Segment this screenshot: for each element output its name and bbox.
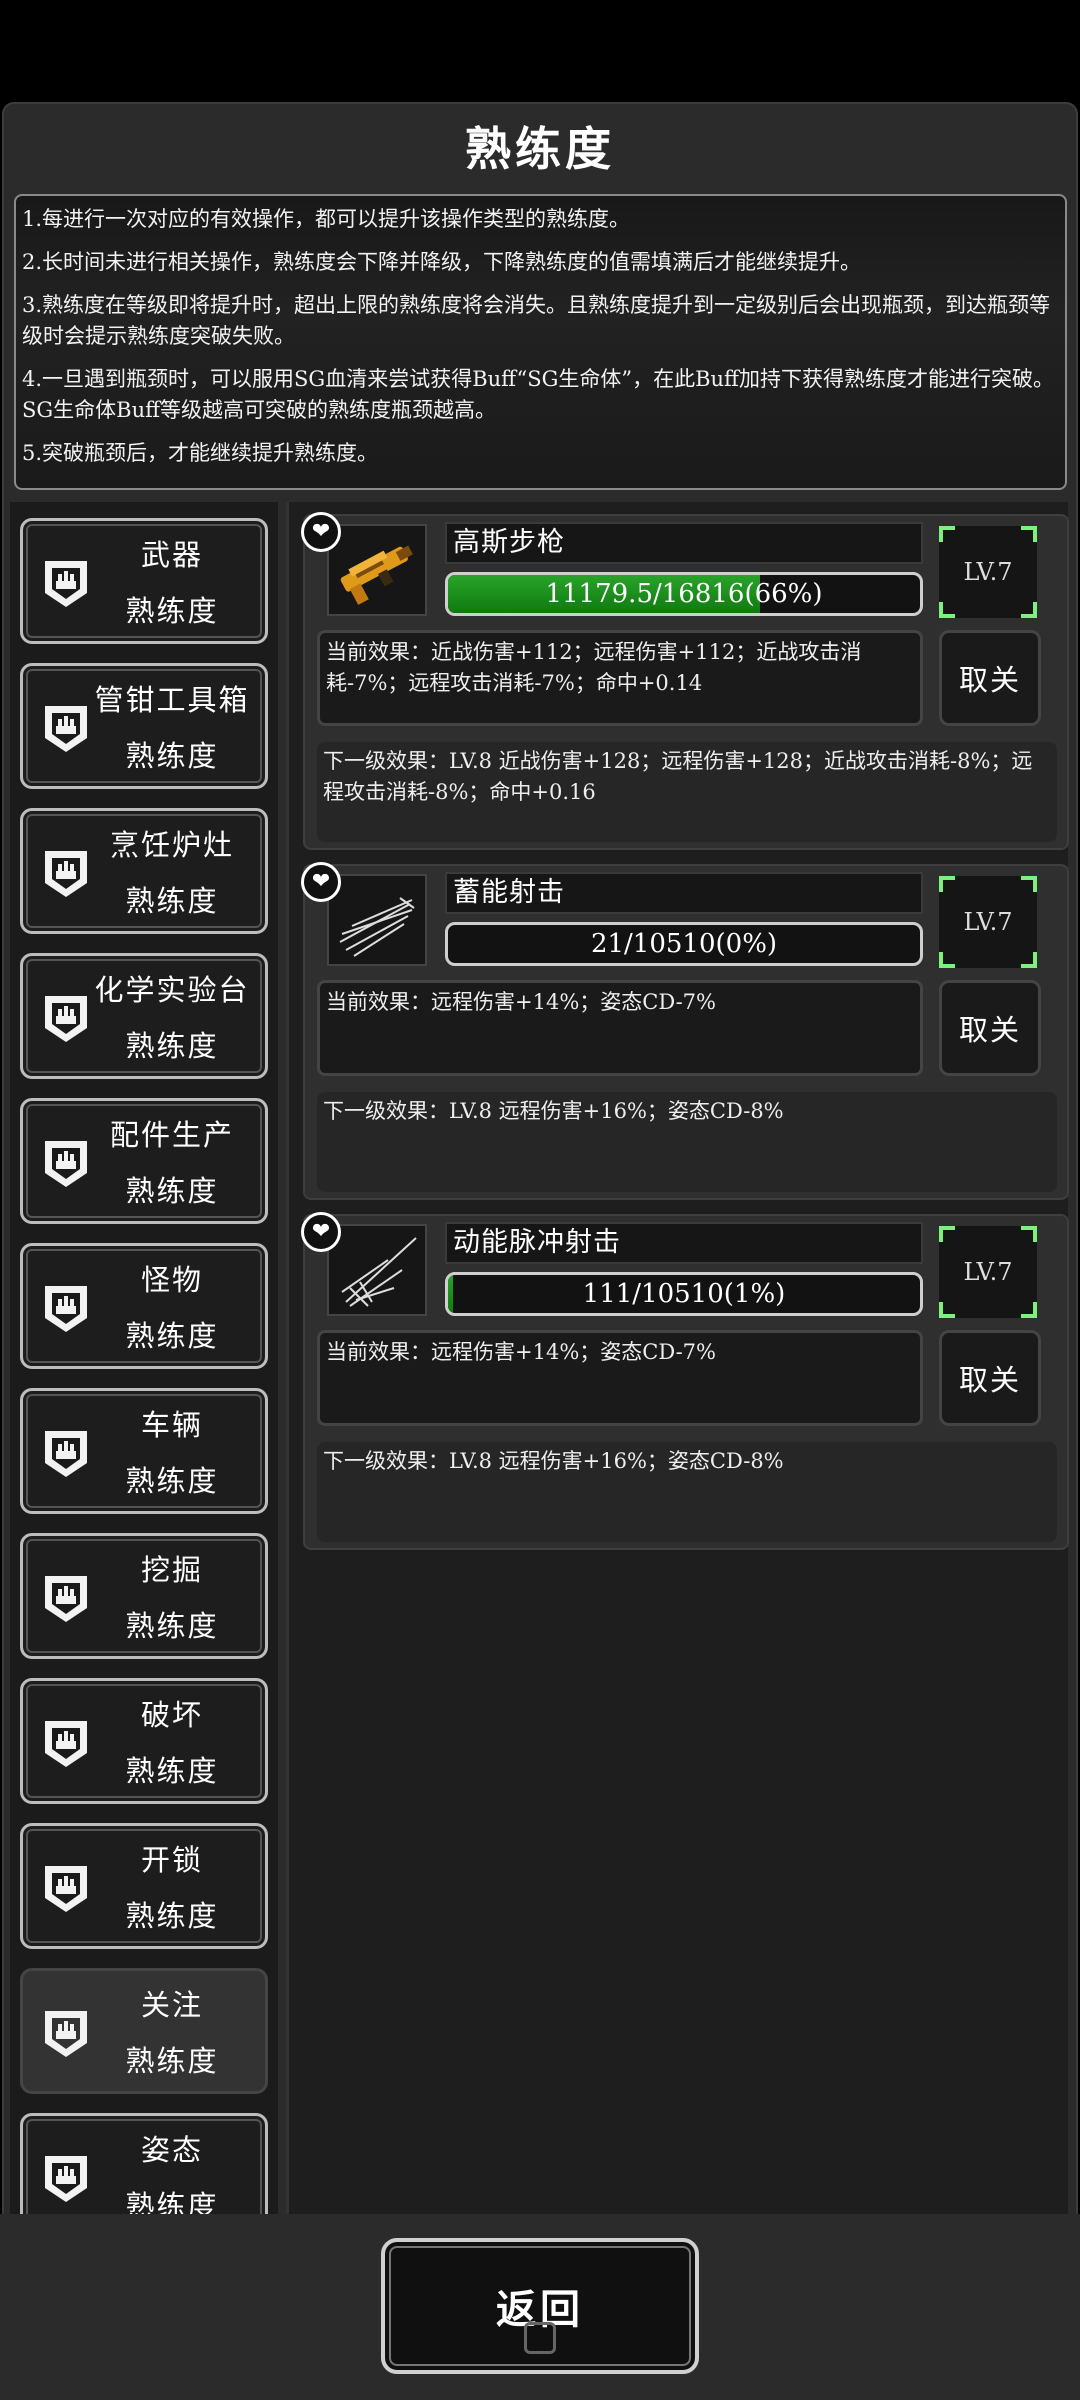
skill-name: 高斯步枪 — [445, 522, 923, 564]
sidebar-item-label: 烹饪炉灶 — [109, 828, 234, 862]
skill-card: ❤ 动能脉冲射击 111/10510(1%) LV.7 当前效果：远程伤害+14… — [301, 1212, 1069, 1550]
sidebar-item-monster[interactable]: 怪物 熟练度 — [20, 1243, 268, 1369]
current-effect: 当前效果：远程伤害+14%；姿态CD-7% — [317, 1330, 923, 1426]
sidebar-item-vehicle[interactable]: 车辆 熟练度 — [20, 1388, 268, 1514]
level-badge: LV.7 — [939, 526, 1037, 618]
progress-text: 11179.5/16816(66%) — [545, 579, 823, 609]
sidebar-item-lockpick[interactable]: 开锁 熟练度 — [20, 1823, 268, 1949]
square-icon — [524, 2322, 556, 2354]
charged-shot-icon — [327, 874, 427, 966]
progress-bar: 111/10510(1%) — [445, 1272, 923, 1316]
progress-bar: 21/10510(0%) — [445, 922, 923, 966]
sidebar-item-suffix: 熟练度 — [125, 884, 219, 918]
sidebar-item-suffix: 熟练度 — [125, 1319, 219, 1353]
sidebar-item-followed[interactable]: 关注 熟练度 — [20, 1968, 268, 2094]
level-text: LV.7 — [963, 558, 1013, 586]
sidebar-item-suffix: 熟练度 — [125, 739, 219, 773]
rule-text: 2.长时间未进行相关操作，熟练度会下降并降级，下降熟练度的值需填满后才能继续提升… — [22, 250, 862, 274]
sidebar-item-suffix: 熟练度 — [125, 594, 219, 628]
sidebar-item-label: 武器 — [140, 538, 203, 572]
sidebar-item-parts[interactable]: 配件生产 熟练度 — [20, 1098, 268, 1224]
sidebar-item-label: 管钳工具箱 — [94, 683, 250, 717]
progress-bar: 11179.5/16816(66%) — [445, 572, 923, 616]
sidebar-item-label: 姿态 — [140, 2133, 203, 2167]
sidebar-item-label: 化学实验台 — [94, 973, 250, 1007]
sidebar-item-chemistry[interactable]: 化学实验台 熟练度 — [20, 953, 268, 1079]
current-effect: 当前效果：近战伤害+112；远程伤害+112；近战攻击消耗-7%；远程攻击消耗-… — [317, 630, 923, 726]
sidebar-item-suffix: 熟练度 — [125, 1464, 219, 1498]
rules-panel: 1.每进行一次对应的有效操作，都可以提升该操作类型的熟练度。 2.长时间未进行相… — [14, 194, 1067, 490]
sidebar-item-label: 破坏 — [140, 1698, 203, 1732]
sidebar-item-destroy[interactable]: 破坏 熟练度 — [20, 1678, 268, 1804]
heart-icon[interactable]: ❤ — [301, 862, 341, 902]
sidebar-item-label: 怪物 — [140, 1263, 203, 1297]
current-effect: 当前效果：远程伤害+14%；姿态CD-7% — [317, 980, 923, 1076]
level-text: LV.7 — [963, 1258, 1013, 1286]
skill-name: 动能脉冲射击 — [445, 1222, 923, 1264]
level-badge: LV.7 — [939, 876, 1037, 968]
next-effect: 下一级效果：LV.8 远程伤害+16%；姿态CD-8% — [317, 1442, 1057, 1542]
progress-text: 111/10510(1%) — [582, 1279, 786, 1309]
gauss-rifle-icon — [327, 524, 427, 616]
category-sidebar[interactable]: 武器 熟练度 管钳工具箱 熟练度 烹饪炉灶 熟练度 化学实验台 熟练度 配件生产 熟练度 … — [10, 502, 278, 2214]
sidebar-item-suffix: 熟练度 — [125, 1899, 219, 1933]
next-effect: 下一级效果：LV.8 近战伤害+128；远程伤害+128；近战攻击消耗-8%；远… — [317, 742, 1057, 842]
page-title: 熟练度 — [465, 122, 615, 176]
heart-icon[interactable]: ❤ — [301, 512, 341, 552]
skill-card: ❤ 蓄能射击 21/10510(0%) LV.7 当前效果：远程伤害+14%；姿… — [301, 862, 1069, 1200]
pulse-shot-icon — [327, 1224, 427, 1316]
sidebar-item-label: 挖掘 — [140, 1553, 203, 1587]
sidebar-item-stance[interactable]: 姿态 熟练度 — [20, 2113, 268, 2214]
rule-text: 5.突破瓶颈后，才能继续提升熟练度。 — [22, 441, 379, 465]
skill-name: 蓄能射击 — [445, 872, 923, 914]
skill-card: ❤ 高斯步枪 11179.5/16816(66%) LV.7 当前效果：近战伤害… — [301, 512, 1069, 850]
sidebar-item-label: 车辆 — [140, 1408, 203, 1442]
sidebar-item-label: 关注 — [140, 1988, 203, 2022]
skill-list[interactable]: ❤ 高斯步枪 11179.5/16816(66%) LV.7 当前效果：近战伤害… — [286, 502, 1069, 2214]
sidebar-item-suffix: 熟练度 — [125, 2189, 219, 2214]
sidebar-item-suffix: 熟练度 — [125, 1609, 219, 1643]
level-badge: LV.7 — [939, 1226, 1037, 1318]
sidebar-item-suffix: 熟练度 — [125, 1174, 219, 1208]
sidebar-item-suffix: 熟练度 — [125, 1754, 219, 1788]
rule-text: 3.熟练度在等级即将提升时，超出上限的熟练度将会消失。且熟练度提升到一定级别后会… — [22, 293, 1051, 348]
rule-text: 4.一旦遇到瓶颈时，可以服用SG血清来尝试获得Buff“SG生命体”，在此Buf… — [22, 367, 1054, 422]
next-effect: 下一级效果：LV.8 远程伤害+16%；姿态CD-8% — [317, 1092, 1057, 1192]
rule-text: 1.每进行一次对应的有效操作，都可以提升该操作类型的熟练度。 — [22, 207, 631, 231]
sidebar-item-digging[interactable]: 挖掘 熟练度 — [20, 1533, 268, 1659]
sidebar-item-label: 配件生产 — [109, 1118, 234, 1152]
unfollow-button[interactable]: 取关 — [939, 1330, 1041, 1426]
sidebar-item-cooking[interactable]: 烹饪炉灶 熟练度 — [20, 808, 268, 934]
sidebar-item-weapon[interactable]: 武器 熟练度 — [20, 518, 268, 644]
sidebar-item-suffix: 熟练度 — [125, 2044, 219, 2078]
progress-text: 21/10510(0%) — [590, 929, 778, 959]
sidebar-item-suffix: 熟练度 — [125, 1029, 219, 1063]
sidebar-item-toolbox[interactable]: 管钳工具箱 熟练度 — [20, 663, 268, 789]
unfollow-button[interactable]: 取关 — [939, 980, 1041, 1076]
sidebar-item-label: 开锁 — [140, 1843, 203, 1877]
heart-icon[interactable]: ❤ — [301, 1212, 341, 1252]
level-text: LV.7 — [963, 908, 1013, 936]
unfollow-button[interactable]: 取关 — [939, 630, 1041, 726]
